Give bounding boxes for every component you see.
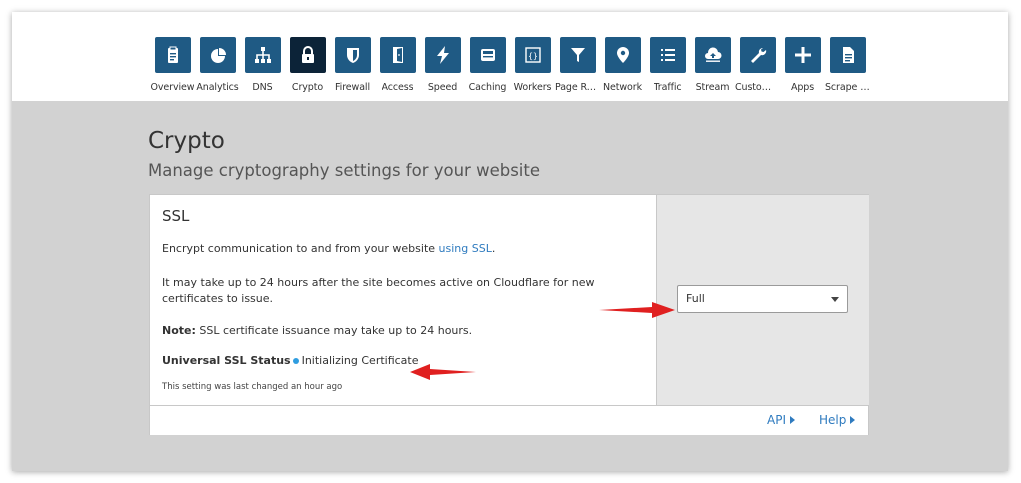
nav-item-speed[interactable]: Speed bbox=[420, 37, 465, 93]
nav-item-label: Network bbox=[603, 82, 642, 93]
ssl-description: Encrypt communication to and from your w… bbox=[162, 241, 642, 257]
network-tree-icon bbox=[244, 37, 281, 73]
status-dot-icon bbox=[292, 357, 299, 364]
nav-item-dns[interactable]: DNS bbox=[240, 37, 285, 93]
nav-item-label: Speed bbox=[427, 82, 458, 93]
main-content: Crypto Manage cryptography settings for … bbox=[12, 101, 1008, 471]
nav-item-label: Analytics bbox=[196, 82, 239, 93]
nav-item-stream[interactable]: Stream bbox=[690, 37, 735, 93]
nav-item-label: Stream bbox=[695, 82, 730, 93]
nav-item-traffic[interactable]: Traffic bbox=[645, 37, 690, 93]
nav-icon-bar: Overview Analytics DNS Crypto Firewall Access… bbox=[150, 37, 870, 93]
nav-item-firewall[interactable]: Firewall bbox=[330, 37, 375, 93]
nav-item-page-rules[interactable]: Page Rules bbox=[555, 37, 600, 93]
lightning-icon bbox=[424, 37, 461, 73]
ssl-description-end: . bbox=[491, 242, 496, 255]
list-icon bbox=[649, 37, 686, 73]
nav-item-caching[interactable]: Caching bbox=[465, 37, 510, 93]
door-icon bbox=[379, 37, 416, 73]
nav-item-custom[interactable]: Custom ... bbox=[735, 37, 780, 93]
top-navigation: Overview Analytics DNS Crypto Firewall Access… bbox=[12, 12, 1008, 101]
api-link-label: API bbox=[767, 413, 786, 427]
nav-item-analytics[interactable]: Analytics bbox=[195, 37, 240, 93]
api-link[interactable]: API bbox=[767, 413, 795, 427]
status-label: Universal SSL Status bbox=[162, 354, 291, 367]
ssl-card-body: SSL Encrypt communication to and from yo… bbox=[150, 195, 656, 405]
ssl-title: SSL bbox=[162, 207, 190, 225]
nav-item-label: Crypto bbox=[291, 82, 324, 93]
nav-item-label: Scrape S... bbox=[825, 82, 870, 93]
nav-item-overview[interactable]: Overview bbox=[150, 37, 195, 93]
nav-item-label: Page Rules bbox=[555, 82, 600, 93]
wrench-icon bbox=[739, 37, 776, 73]
nav-item-label: Apps bbox=[790, 82, 815, 93]
nav-item-workers[interactable]: {} Workers bbox=[510, 37, 555, 93]
help-link[interactable]: Help bbox=[819, 413, 856, 427]
shield-icon bbox=[334, 37, 371, 73]
ssl-activation-info: It may take up to 24 hours after the sit… bbox=[162, 276, 595, 305]
help-link-label: Help bbox=[819, 413, 847, 427]
universal-ssl-status: Universal SSL Status Initializing Certifi… bbox=[162, 353, 642, 369]
page-title: Crypto bbox=[148, 128, 225, 154]
ssl-card-footer: API Help bbox=[150, 405, 868, 435]
nav-item-crypto[interactable]: Crypto bbox=[285, 37, 330, 93]
chevron-down-icon bbox=[831, 297, 839, 302]
ssl-card: SSL Encrypt communication to and from yo… bbox=[149, 194, 869, 435]
document-icon bbox=[829, 37, 866, 73]
drive-icon bbox=[469, 37, 506, 73]
nav-item-access[interactable]: Access bbox=[375, 37, 420, 93]
annotation-arrow-icon bbox=[410, 364, 476, 380]
last-changed-text: This setting was last changed an hour ag… bbox=[162, 382, 343, 392]
lock-icon bbox=[289, 37, 326, 73]
annotation-arrow-icon bbox=[599, 302, 675, 318]
nav-item-apps[interactable]: Apps bbox=[780, 37, 825, 93]
pie-chart-icon bbox=[199, 37, 236, 73]
nav-item-label: Overview bbox=[150, 82, 195, 93]
ssl-description-text: Encrypt communication to and from your w… bbox=[162, 242, 439, 255]
ssl-note: Note: SSL certificate issuance may take … bbox=[162, 323, 642, 339]
caret-right-icon bbox=[789, 416, 795, 424]
nav-item-label: Custom ... bbox=[735, 82, 780, 93]
cloud-upload-icon bbox=[694, 37, 731, 73]
browser-frame: Overview Analytics DNS Crypto Firewall Access… bbox=[12, 12, 1008, 471]
clipboard-icon bbox=[154, 37, 191, 73]
ssl-mode-select[interactable]: Full bbox=[677, 285, 848, 313]
note-text: SSL certificate issuance may take up to … bbox=[195, 324, 473, 337]
nav-item-network[interactable]: Network bbox=[600, 37, 645, 93]
using-ssl-link[interactable]: using SSL bbox=[439, 242, 492, 255]
nav-item-label: Caching bbox=[468, 82, 507, 93]
svg-text:{}: {} bbox=[528, 52, 538, 61]
location-pin-icon bbox=[604, 37, 641, 73]
nav-item-label: Workers bbox=[513, 82, 552, 93]
plus-icon bbox=[784, 37, 821, 73]
braces-icon: {} bbox=[514, 37, 551, 73]
nav-item-label: Access bbox=[381, 82, 414, 93]
caret-right-icon bbox=[850, 416, 856, 424]
nav-item-label: Traffic bbox=[653, 82, 682, 93]
ssl-mode-value: Full bbox=[686, 292, 705, 305]
nav-item-label: Firewall bbox=[334, 82, 371, 93]
filter-icon bbox=[559, 37, 596, 73]
nav-item-label: DNS bbox=[252, 82, 273, 93]
ssl-control-panel: Full bbox=[656, 195, 869, 405]
status-value: Initializing Certificate bbox=[301, 354, 419, 367]
nav-item-scrape-s[interactable]: Scrape S... bbox=[825, 37, 870, 93]
page-subtitle: Manage cryptography settings for your we… bbox=[148, 161, 540, 180]
note-label: Note: bbox=[162, 324, 196, 337]
